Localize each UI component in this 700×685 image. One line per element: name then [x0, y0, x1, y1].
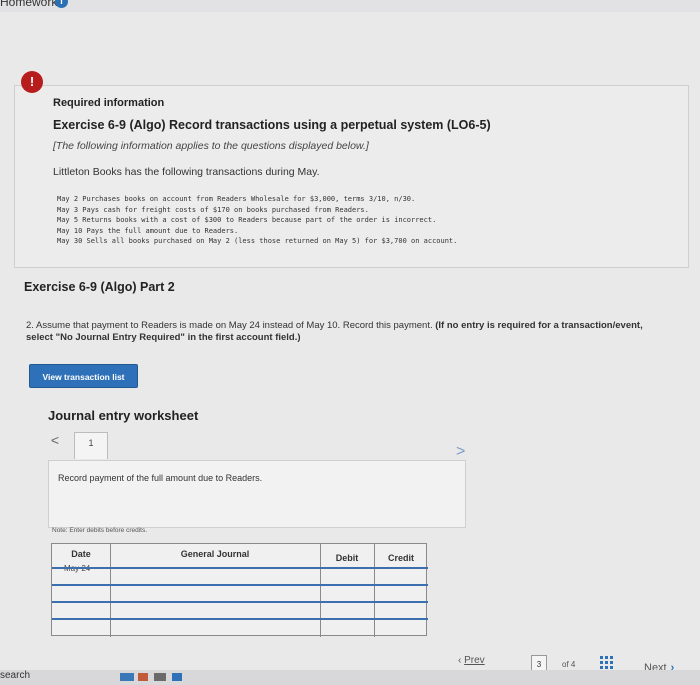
- view-transaction-list-button[interactable]: View transaction list: [29, 364, 138, 388]
- entry-panel: [48, 460, 466, 528]
- row-divider: [52, 601, 428, 603]
- transaction-line: May 30 Sells all books purchased on May …: [57, 237, 458, 245]
- exercise-intro: Littleton Books has the following transa…: [53, 166, 320, 178]
- transaction-list: May 2 Purchases books on account from Re…: [57, 194, 457, 247]
- alert-icon: !: [21, 71, 43, 93]
- transaction-line: May 2 Purchases books on account from Re…: [57, 195, 416, 203]
- debit-credit-note: Note: Enter debits before credits.: [52, 527, 148, 534]
- page-total: of 4: [562, 660, 576, 669]
- worksheet-title: Journal entry worksheet: [48, 408, 199, 423]
- entry-description: Record payment of the full amount due to…: [58, 473, 263, 483]
- grid-icon[interactable]: [599, 655, 615, 671]
- prev-button[interactable]: ‹ Prev: [458, 655, 485, 666]
- column-divider: [320, 544, 321, 637]
- taskbar-app-icons[interactable]: [120, 672, 200, 682]
- row-divider: [52, 567, 428, 569]
- transaction-line: May 10 Pays the full amount due to Reade…: [57, 226, 239, 235]
- row-divider: [52, 584, 428, 586]
- taskbar-search[interactable]: search: [0, 670, 30, 681]
- homework-tab-label[interactable]: Homework: [0, 0, 57, 9]
- row-divider: [52, 618, 428, 620]
- prev-label[interactable]: Prev: [464, 655, 485, 666]
- worksheet-tab-1[interactable]: 1: [74, 432, 108, 459]
- exercise-title: Exercise 6-9 (Algo) Record transactions …: [53, 118, 491, 132]
- transaction-line: May 3 Pays cash for freight costs of $17…: [57, 205, 369, 214]
- top-bar: [0, 0, 700, 12]
- transaction-line: May 5 Returns books with a cost of $300 …: [57, 216, 437, 224]
- column-divider: [110, 544, 111, 637]
- question-body: 2. Assume that payment to Readers is mad…: [26, 320, 433, 331]
- journal-table: Date General Journal Debit Credit May 24: [51, 543, 428, 637]
- column-divider: [374, 544, 375, 637]
- taskbar: [0, 670, 700, 685]
- exercise-note: [The following information applies to th…: [53, 140, 369, 152]
- worksheet-next-arrow-icon[interactable]: >: [456, 443, 465, 461]
- worksheet-prev-arrow-icon[interactable]: <: [45, 432, 65, 452]
- question-text: 2. Assume that payment to Readers is mad…: [26, 320, 666, 344]
- part-title: Exercise 6-9 (Algo) Part 2: [24, 280, 175, 294]
- col-header-general-journal: General Journal: [180, 549, 250, 559]
- required-info-title: Required information: [53, 97, 165, 109]
